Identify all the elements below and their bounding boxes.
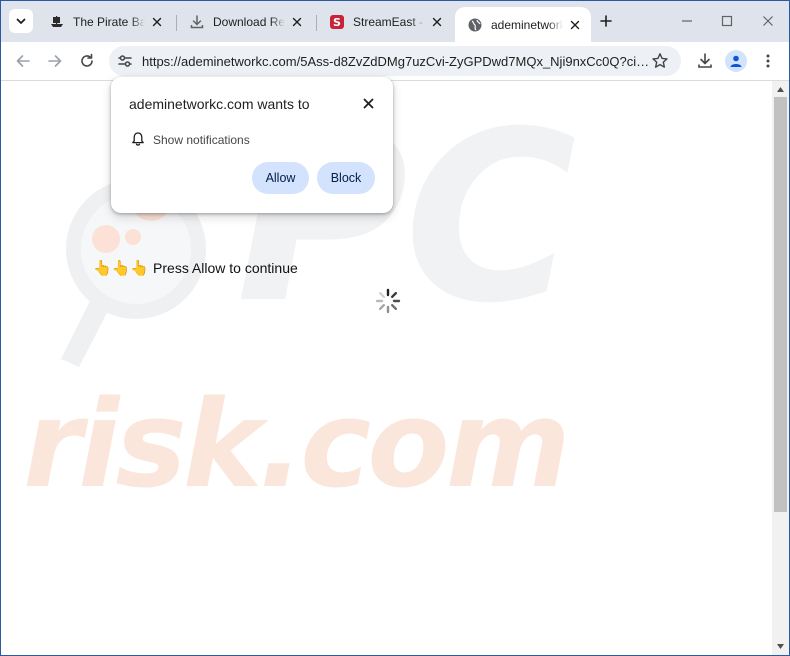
tab-title: Download Ready — [213, 15, 285, 29]
new-tab-button[interactable] — [595, 10, 617, 32]
minimize-icon — [682, 20, 692, 22]
tab-title: The Pirate Bay - — [73, 15, 145, 29]
profile-button[interactable] — [725, 50, 747, 72]
watermark-bottom-text: risk.com — [23, 376, 571, 515]
close-icon — [363, 98, 373, 108]
tab-strip: The Pirate Bay - Download Ready S Stream… — [1, 1, 789, 42]
popup-title: ademinetworkc.com wants to — [129, 96, 310, 112]
vertical-scrollbar[interactable] — [772, 81, 789, 655]
maximize-button[interactable] — [713, 7, 741, 35]
tab-title: StreamEast - Ho — [353, 15, 425, 29]
globe-icon — [467, 17, 483, 33]
tab-pirate-bay[interactable]: The Pirate Bay - — [37, 7, 173, 37]
close-icon[interactable] — [289, 14, 305, 30]
minimize-button[interactable] — [673, 7, 701, 35]
tab-download-ready[interactable]: Download Ready — [177, 7, 313, 37]
menu-button[interactable] — [754, 47, 782, 75]
download-icon — [189, 14, 205, 30]
close-icon[interactable] — [567, 17, 583, 33]
block-button[interactable]: Block — [317, 162, 375, 194]
tab-streameast[interactable]: S StreamEast - Ho — [317, 7, 453, 37]
page-message: 👆👆👆 Press Allow to continue — [93, 259, 298, 277]
plus-icon — [600, 15, 612, 27]
loading-spinner-icon — [375, 288, 401, 314]
close-icon[interactable] — [149, 14, 165, 30]
notification-permission-popup: ademinetworkc.com wants to Show notifica… — [111, 77, 393, 213]
pointing-hands-icon: 👆👆👆 — [93, 260, 150, 277]
chevron-down-icon — [16, 18, 26, 24]
reload-button[interactable] — [73, 47, 101, 75]
maximize-icon — [721, 15, 733, 27]
svg-text:S: S — [333, 16, 341, 29]
message-text: Press Allow to continue — [153, 260, 298, 276]
browser-window: The Pirate Bay - Download Ready S Stream… — [0, 0, 790, 656]
profile-icon — [730, 55, 742, 67]
close-icon — [763, 16, 773, 26]
site-settings-icon[interactable] — [117, 53, 133, 69]
tab-search-button[interactable] — [9, 9, 33, 33]
bell-icon — [132, 132, 144, 146]
address-bar[interactable]: https://ademinetworkc.com/5Ass-d8ZvZdDMg… — [109, 46, 681, 76]
tab-title: ademinetworkc. — [491, 17, 563, 32]
forward-icon — [48, 55, 62, 67]
forward-button[interactable] — [41, 47, 69, 75]
downloads-button[interactable] — [691, 47, 719, 75]
scroll-up-icon[interactable] — [776, 85, 785, 94]
more-vert-icon — [766, 54, 770, 68]
toolbar: https://ademinetworkc.com/5Ass-d8ZvZdDMg… — [1, 42, 789, 81]
popup-close-button[interactable] — [359, 94, 377, 112]
allow-button[interactable]: Allow — [252, 162, 309, 194]
download-icon — [698, 53, 712, 68]
back-icon — [16, 55, 30, 67]
scroll-down-icon[interactable] — [776, 642, 785, 651]
tab-ademinetworkc[interactable]: ademinetworkc. — [455, 7, 591, 42]
reload-icon — [81, 53, 93, 67]
streameast-icon: S — [329, 14, 345, 30]
back-button[interactable] — [9, 47, 37, 75]
scrollbar-thumb[interactable] — [774, 97, 787, 512]
close-window-button[interactable] — [754, 7, 782, 35]
star-icon[interactable] — [651, 52, 669, 70]
url-text[interactable]: https://ademinetworkc.com/5Ass-d8ZvZdDMg… — [142, 54, 652, 69]
pirate-ship-icon — [49, 14, 65, 30]
permission-label: Show notifications — [153, 133, 250, 147]
close-icon[interactable] — [429, 14, 445, 30]
